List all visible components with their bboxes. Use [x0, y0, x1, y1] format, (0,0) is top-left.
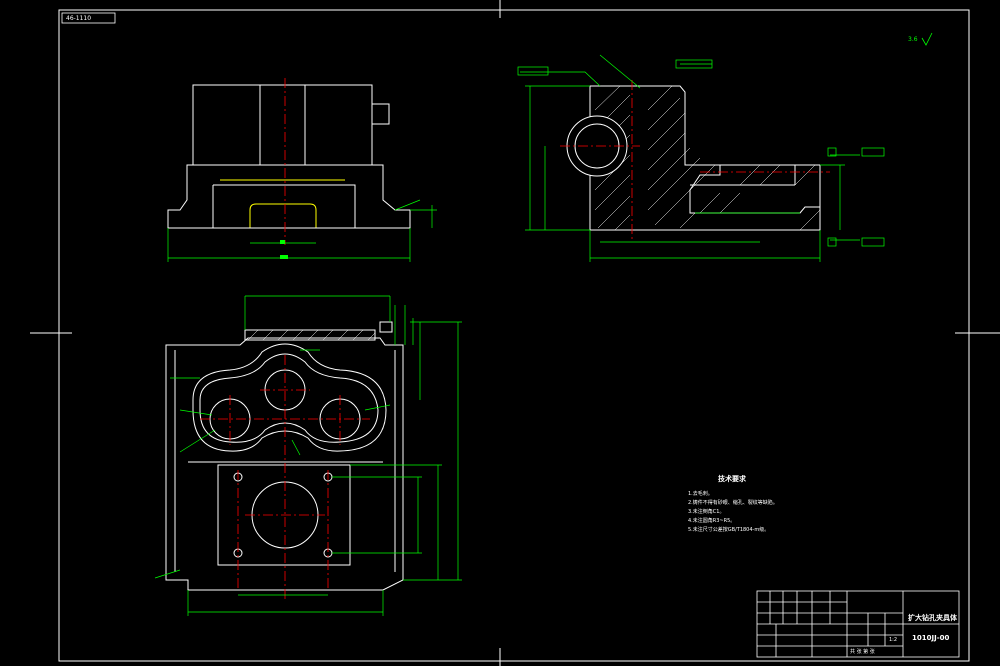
- drawing-sheet: [30, 0, 1000, 666]
- drawing-number: 1010JJ-00: [912, 634, 950, 642]
- top-view-plate: [192, 343, 387, 452]
- top-left-tag: 46-1110: [66, 15, 92, 22]
- part-name: 扩大钻孔夹具体: [908, 614, 957, 622]
- front-view-dimensions: [167, 199, 437, 262]
- technical-requirement-line: 3.未注倒角C1。: [688, 509, 725, 515]
- roughness-mark: 3.6: [908, 36, 918, 43]
- front-view: [167, 84, 411, 229]
- technical-requirement-line: 1.去毛刺。: [688, 491, 713, 497]
- technical-requirements: 技术要求 1.去毛刺。 2.铸件不得有砂眼、缩孔、裂纹等缺陷。 3.未注倒角C1…: [688, 476, 798, 534]
- side-view-hatching: [594, 85, 821, 231]
- scale-value: 1:2: [889, 637, 898, 643]
- top-view-centerlines: [200, 355, 370, 600]
- technical-requirement-line: 2.铸件不得有砂眼、缩孔、裂纹等缺陷。: [688, 500, 778, 506]
- top-view-dimensions: [154, 295, 462, 616]
- roughness-symbol: [921, 32, 933, 46]
- sheet-info: 共 张 第 张: [850, 649, 875, 655]
- technical-requirements-title: 技术要求: [718, 475, 746, 483]
- technical-requirement-line: 4.未注圆角R3~R5。: [688, 518, 736, 524]
- top-view: [165, 321, 404, 591]
- technical-requirement-line: 5.未注尺寸公差按GB/T1804-m级。: [688, 527, 770, 533]
